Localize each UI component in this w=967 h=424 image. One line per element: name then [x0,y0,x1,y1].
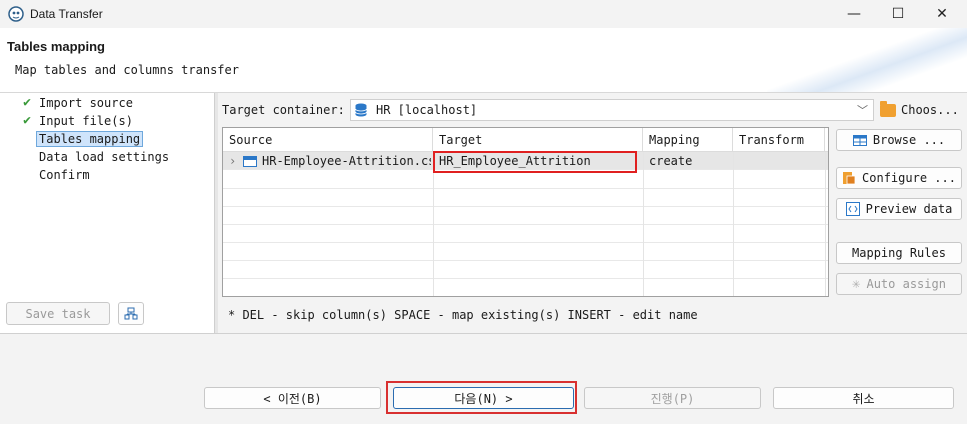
close-button[interactable]: ✕ [920,0,964,28]
page-subtitle: Map tables and columns transfer [15,63,239,77]
step-data-load-settings[interactable]: Data load settings [18,148,172,165]
empty-row [223,243,828,261]
maximize-button[interactable]: ☐ [876,0,920,28]
maximize-icon: ☐ [891,6,905,22]
choose-container-button[interactable]: Choos... [880,99,959,121]
step-import-source[interactable]: ✔ Import source [18,94,136,111]
keyboard-hint: * DEL - skip column(s) SPACE - map exist… [228,308,698,322]
auto-assign-button[interactable]: ✳ Auto assign [836,273,962,295]
step-tables-mapping[interactable]: Tables mapping [18,130,144,147]
preview-data-button[interactable]: Preview data [836,198,962,220]
mapping-rules-button[interactable]: Mapping Rules [836,242,962,264]
asterisk-icon: ✳ [852,276,861,292]
window-title: Data Transfer [30,7,103,21]
header-decoration [767,28,967,92]
minimize-button[interactable]: — [832,0,876,28]
target-container-value: HR [localhost] [376,103,478,117]
cancel-button[interactable]: 취소 [773,387,954,409]
page-title: Tables mapping [7,39,105,54]
source-name: HR-Employee-Attrition.csv [262,154,431,168]
target-name-highlight [433,151,637,173]
table-icon [852,134,867,146]
task-icon-button[interactable] [118,302,144,325]
column-header-transform[interactable]: Transform [733,128,825,152]
check-icon: ✔ [23,95,31,110]
task-manager-icon [124,307,138,319]
empty-row [223,279,828,296]
check-icon: ✔ [23,113,31,128]
empty-row [223,207,828,225]
empty-row [223,261,828,279]
configure-button[interactable]: Configure ... [836,167,962,189]
browse-button[interactable]: Browse ... [836,129,962,151]
next-button-highlight [386,381,577,414]
title-bar: Data Transfer — ☐ ✕ [0,0,967,28]
database-icon [355,103,367,117]
chevron-down-icon[interactable]: ﹀ [857,102,868,118]
minimize-icon: — [847,6,861,22]
column-header-source[interactable]: Source [223,128,433,152]
step-confirm[interactable]: Confirm [18,166,93,183]
proceed-button[interactable]: 진행(P) [584,387,761,409]
table-icon [243,156,257,167]
close-icon: ✕ [936,6,948,22]
empty-row [223,171,828,189]
expand-chevron-icon[interactable]: › [229,152,236,170]
step-input-files[interactable]: ✔ Input file(s) [18,112,136,129]
empty-row [223,225,828,243]
page-header: Tables mapping Map tables and columns tr… [0,28,967,92]
folder-icon [880,100,896,117]
mapping-type[interactable]: create [649,152,692,170]
target-container-label: Target container: [222,103,345,117]
steps-panel [0,93,214,333]
preview-icon [845,202,860,216]
configure-icon [843,172,856,185]
empty-row [223,189,828,207]
column-header-mapping[interactable]: Mapping [643,128,733,152]
app-icon [8,6,24,22]
back-button[interactable]: < 이전(B) [204,387,381,409]
footer-divider [0,333,967,334]
column-header-target[interactable]: Target [433,128,643,152]
save-task-button[interactable]: Save task [6,302,110,325]
